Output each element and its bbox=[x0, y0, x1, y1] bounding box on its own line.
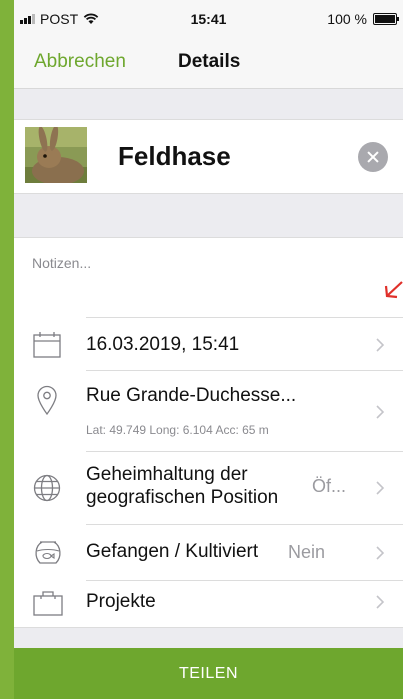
species-row[interactable]: Feldhase bbox=[14, 119, 403, 194]
chevron-right-icon bbox=[376, 338, 385, 352]
privacy-label: Geheimhaltung der geografischen Position bbox=[86, 463, 278, 509]
calendar-icon bbox=[33, 332, 61, 358]
globe-icon bbox=[33, 474, 61, 502]
location-pin-icon bbox=[37, 385, 57, 415]
chevron-right-icon bbox=[376, 595, 385, 609]
location-coordinates: Lat: 49.749 Long: 6.104 Acc: 65 m bbox=[86, 423, 269, 437]
privacy-value: Öf... bbox=[312, 476, 347, 496]
battery-icon bbox=[373, 13, 399, 25]
chevron-right-icon bbox=[376, 481, 385, 495]
projects-label: Projekte bbox=[86, 591, 156, 612]
species-photo bbox=[25, 127, 87, 183]
privacy-label-line2: geografischen Position bbox=[86, 487, 279, 508]
status-right: 100 % bbox=[327, 11, 399, 27]
share-button[interactable]: TEILEN bbox=[14, 648, 403, 699]
details-card: Notizen... 16.03.2019, 15:41 Rue Grande-… bbox=[14, 237, 403, 628]
projects-row[interactable]: Projekte bbox=[14, 581, 403, 627]
battery-percent: 100 % bbox=[327, 11, 367, 27]
page-title: Details bbox=[178, 51, 241, 72]
location-label: Rue Grande-Duchesse... bbox=[86, 385, 297, 406]
captive-label: Gefangen / Kultiviert bbox=[86, 541, 259, 562]
location-row[interactable]: Rue Grande-Duchesse... Lat: 49.749 Long:… bbox=[14, 371, 403, 452]
navigation-bar: Abbrechen Details bbox=[14, 34, 403, 89]
privacy-label-line1: Geheimhaltung der bbox=[86, 464, 248, 485]
chevron-right-icon bbox=[376, 405, 385, 419]
date-row[interactable]: 16.03.2019, 15:41 bbox=[14, 318, 403, 371]
briefcase-icon bbox=[33, 591, 63, 616]
cancel-button[interactable]: Abbrechen bbox=[34, 51, 126, 73]
status-bar: POST 15:41 100 % bbox=[14, 0, 403, 34]
chevron-right-icon bbox=[376, 546, 385, 560]
date-label: 16.03.2019, 15:41 bbox=[86, 334, 240, 355]
captive-value: Nein bbox=[288, 542, 326, 562]
clear-species-button[interactable] bbox=[358, 142, 388, 172]
notes-field[interactable]: Notizen... bbox=[32, 255, 91, 271]
fishbowl-icon bbox=[35, 541, 61, 564]
phone-screen: POST 15:41 100 % Abbrechen Details Feldh… bbox=[14, 0, 403, 699]
species-name: Feldhase bbox=[118, 141, 231, 171]
annotation-arrow-icon bbox=[384, 281, 403, 299]
captive-row[interactable]: Gefangen / Kultiviert Nein bbox=[14, 525, 403, 581]
privacy-row[interactable]: Geheimhaltung der geografischen Position… bbox=[14, 452, 403, 525]
